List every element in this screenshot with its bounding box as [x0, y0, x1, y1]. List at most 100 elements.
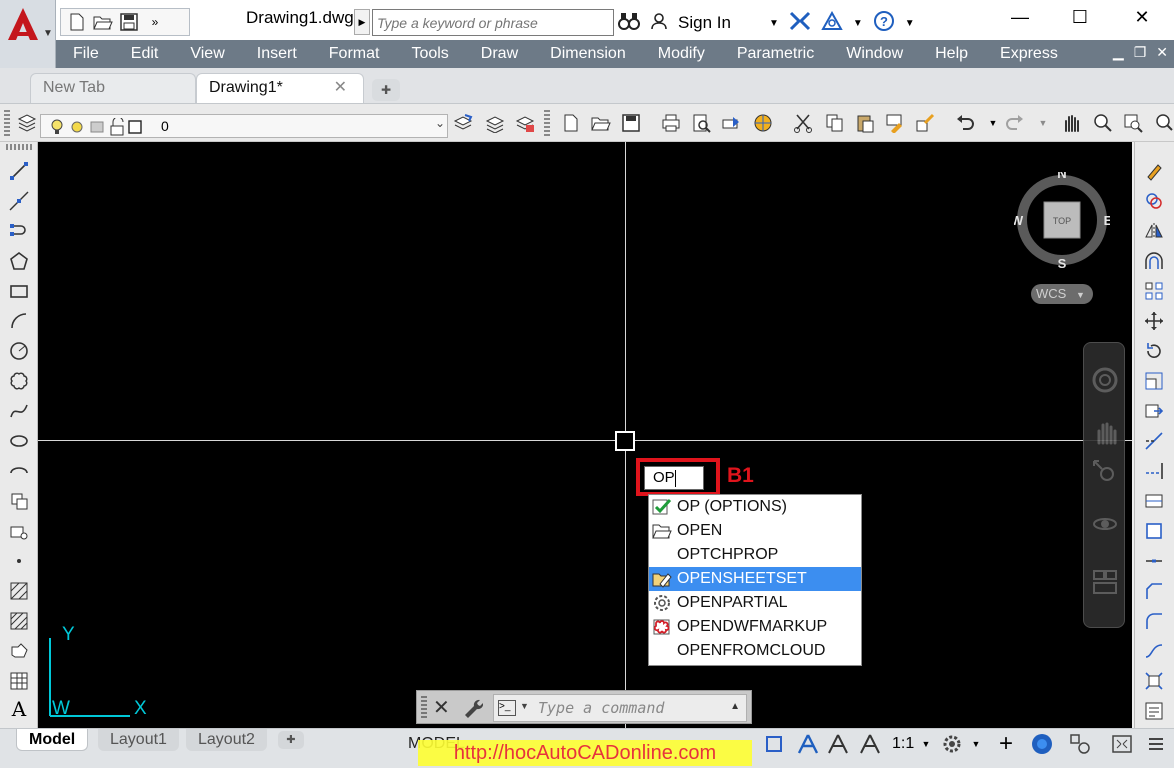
layer-properties-icon[interactable]	[16, 112, 38, 134]
region-icon[interactable]	[8, 640, 30, 662]
point-icon[interactable]	[8, 550, 30, 572]
hardware-acceleration-icon[interactable]	[1068, 732, 1092, 756]
a360-dropdown-icon[interactable]: ▼	[853, 18, 863, 29]
make-current-layer-icon[interactable]	[452, 112, 474, 134]
toolbar-grip[interactable]	[544, 110, 550, 136]
menu-window[interactable]: Window	[829, 40, 918, 68]
offset-icon[interactable]	[1143, 250, 1165, 272]
arc-icon[interactable]	[8, 310, 30, 332]
tab-model[interactable]: Model	[16, 729, 89, 751]
publish-icon[interactable]	[720, 112, 742, 134]
viewcube-face-label[interactable]: TOP	[1053, 216, 1071, 226]
insert-block-icon[interactable]	[8, 490, 30, 512]
fillet-icon[interactable]	[1143, 610, 1165, 632]
add-layout-button[interactable]: ✚	[278, 731, 304, 749]
auto-scale-icon[interactable]	[826, 732, 850, 756]
stretch-icon[interactable]	[1143, 400, 1165, 422]
layer-states-icon[interactable]	[514, 112, 536, 134]
join-icon[interactable]	[1143, 550, 1165, 572]
list-item-selected[interactable]: OPENSHEETSET	[649, 567, 861, 591]
workspace-gear-icon[interactable]	[940, 732, 964, 756]
list-item[interactable]: OPENFROMCLOUD	[649, 639, 861, 663]
undo-dropdown-icon[interactable]: ▼	[982, 112, 1004, 134]
menu-format[interactable]: Format	[312, 40, 395, 68]
spline-icon[interactable]	[8, 400, 30, 422]
menu-file[interactable]: File	[56, 40, 114, 68]
menu-draw[interactable]: Draw	[464, 40, 533, 68]
doc-close-icon[interactable]: ✕	[1156, 44, 1168, 61]
new-file-icon[interactable]	[560, 112, 582, 134]
workspace-dropdown-icon[interactable]: ▼	[964, 732, 988, 756]
new-tab-button[interactable]: ✚	[372, 79, 400, 101]
menu-express[interactable]: Express	[983, 40, 1073, 68]
3d-dwf-icon[interactable]	[752, 112, 774, 134]
rectangle-icon[interactable]	[8, 280, 30, 302]
gradient-icon[interactable]	[8, 610, 30, 632]
menu-dimension[interactable]: Dimension	[533, 40, 641, 68]
array-icon[interactable]	[1143, 280, 1165, 302]
compass-north[interactable]: N	[1057, 172, 1066, 181]
user-icon[interactable]	[650, 12, 668, 35]
tab-new-tab[interactable]: New Tab	[30, 73, 196, 103]
search-input[interactable]	[372, 9, 614, 36]
list-item[interactable]: OPTCHPROP	[649, 543, 861, 567]
polyline-icon[interactable]	[8, 220, 30, 242]
exchange-apps-icon[interactable]	[789, 11, 811, 36]
isolate-objects-icon[interactable]	[1030, 732, 1054, 756]
sign-in-dropdown-icon[interactable]: ▼	[769, 18, 779, 29]
save-icon[interactable]	[620, 112, 642, 134]
construction-line-icon[interactable]	[8, 190, 30, 212]
application-menu-button[interactable]: ▼	[0, 0, 56, 68]
wrench-icon[interactable]	[461, 697, 483, 719]
sign-in-button[interactable]: Sign In	[678, 13, 731, 33]
explode-icon[interactable]	[1143, 670, 1165, 692]
zoom-realtime-icon[interactable]	[1092, 112, 1114, 134]
doc-restore-icon[interactable]: ❐	[1134, 44, 1147, 61]
undo-icon[interactable]	[954, 112, 976, 134]
list-item[interactable]: OPENPARTIAL	[649, 591, 861, 615]
layer-previous-icon[interactable]	[484, 112, 506, 134]
toolbar-grip[interactable]	[6, 144, 32, 150]
trim-icon[interactable]	[1143, 430, 1165, 452]
drawing-canvas[interactable]: TOP N S E W WCS ▼ Y W X OP B1 OP (OPTION…	[38, 142, 1132, 728]
compass-south[interactable]: S	[1058, 256, 1067, 268]
plot-icon[interactable]	[660, 112, 682, 134]
a360-icon[interactable]	[821, 10, 843, 36]
selection-cycling-icon[interactable]	[762, 732, 786, 756]
open-folder-icon[interactable]	[590, 112, 612, 134]
maximize-button[interactable]: ☐	[1060, 4, 1100, 30]
extend-icon[interactable]	[1143, 460, 1165, 482]
command-prompt-icon[interactable]: >_	[498, 700, 516, 716]
viewcube[interactable]: TOP N S E W	[1014, 172, 1110, 268]
tab-layout1[interactable]: Layout1	[98, 729, 179, 751]
command-history-up-icon[interactable]: ▲	[730, 701, 740, 712]
cut-icon[interactable]	[792, 112, 814, 134]
paste-icon[interactable]	[854, 112, 876, 134]
redo-icon[interactable]	[1004, 112, 1026, 134]
doc-minimize-icon[interactable]: ▁	[1113, 44, 1124, 61]
multiline-text-icon[interactable]: A	[8, 697, 30, 721]
clean-screen-icon[interactable]	[1110, 732, 1134, 756]
tab-layout2[interactable]: Layout2	[186, 729, 267, 751]
compass-west[interactable]: W	[1014, 213, 1024, 228]
blend-curves-icon[interactable]	[1143, 640, 1165, 662]
pan-hand-icon[interactable]	[1092, 419, 1118, 450]
break-icon[interactable]	[1143, 520, 1165, 542]
menu-edit[interactable]: Edit	[114, 40, 174, 68]
match-properties-icon[interactable]	[884, 112, 906, 134]
help-dropdown-icon[interactable]: ▼	[905, 18, 915, 29]
chamfer-icon[interactable]	[1143, 580, 1165, 602]
recent-commands-dropdown-icon[interactable]: ▼	[520, 701, 529, 711]
minimize-button[interactable]: —	[1000, 4, 1040, 30]
annotation-monitor-icon[interactable]: +	[994, 730, 1018, 757]
open-folder-icon[interactable]	[93, 12, 113, 32]
menu-tools[interactable]: Tools	[394, 40, 463, 68]
close-button[interactable]: ✕	[1122, 4, 1162, 30]
scale-icon[interactable]	[1143, 370, 1165, 392]
help-icon[interactable]: ?	[873, 10, 895, 37]
binoculars-icon[interactable]	[618, 12, 640, 35]
list-item[interactable]: OPEN	[649, 519, 861, 543]
command-line-grip[interactable]	[421, 696, 427, 720]
tab-close-icon[interactable]: ✕	[334, 74, 347, 102]
menu-modify[interactable]: Modify	[641, 40, 720, 68]
